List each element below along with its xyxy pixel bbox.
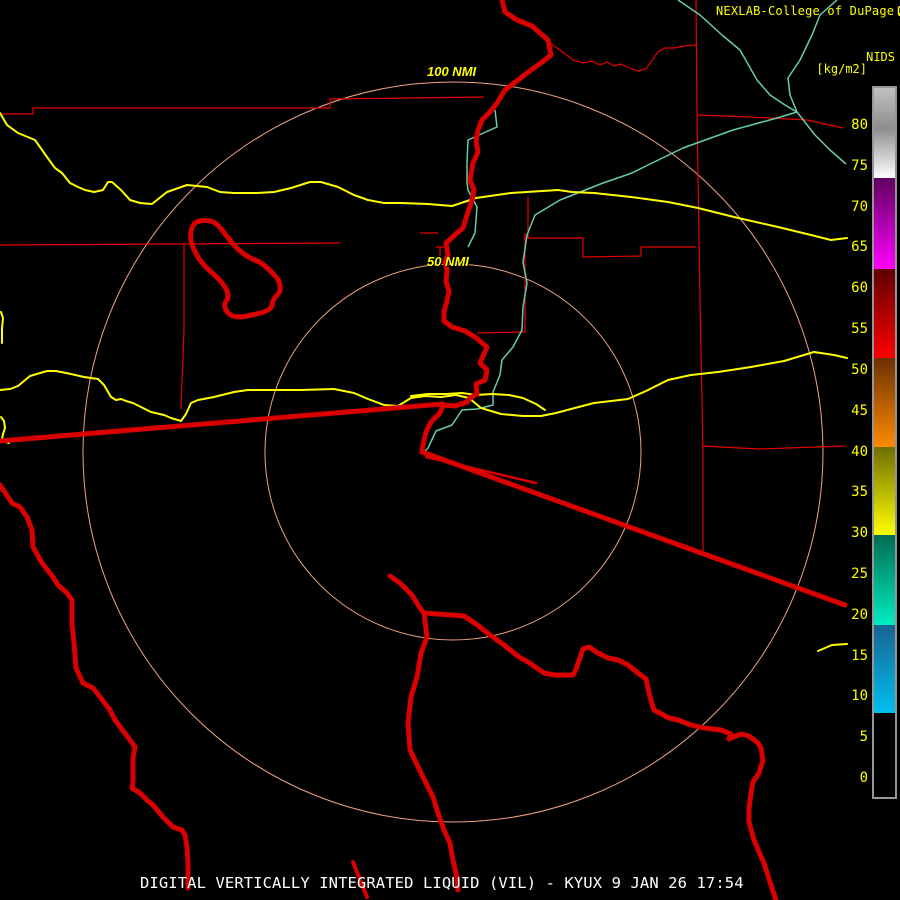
- radar-map: [0, 0, 848, 900]
- colorbar-segment: [874, 88, 895, 179]
- colorbar-title: NIDS: [866, 50, 895, 64]
- app-title: NEXLAB-College of DuPage: [716, 4, 900, 18]
- county-line: [0, 242, 341, 246]
- colorbar-tick-label: 30: [851, 525, 868, 542]
- county-line: [0, 96, 485, 115]
- colorbar-tick-label: 0: [859, 770, 868, 786]
- border-mexico-west: [0, 401, 446, 444]
- colorbar-segment: [874, 712, 895, 797]
- range-ring-100nmi: [82, 81, 824, 823]
- road-north-highway: [0, 112, 848, 241]
- county-lines: [0, 0, 846, 551]
- radar-display: NEXLAB-College of DuPage NIDS [kg/m2] 10…: [0, 0, 900, 900]
- colorbar-tick-label: 55: [851, 321, 868, 338]
- range-ring-label-100nmi: 100 NMI: [427, 64, 477, 79]
- colorbar-segment: [874, 624, 895, 713]
- border-mexico-parallel: [424, 455, 538, 485]
- colorbar-tick-label: 70: [851, 198, 868, 215]
- colorbar-segment: [874, 534, 895, 625]
- colorbar-tick-label: 80: [851, 117, 868, 133]
- colorbar-segment: [874, 178, 895, 270]
- county-line: [702, 445, 846, 450]
- rivers: [423, 0, 847, 453]
- salton-sea-outline: [188, 217, 283, 320]
- roads: [0, 112, 848, 652]
- colorbar-tick-label: 75: [851, 157, 868, 174]
- border-mexico-southeast: [419, 449, 848, 608]
- colorbar-tick-label: 40: [851, 443, 868, 460]
- colorbar-tick-label: 35: [851, 484, 868, 501]
- colorbar-segment: [874, 269, 895, 358]
- road-interstate-8: [0, 351, 848, 422]
- colorbar-segment: [874, 357, 895, 447]
- county-line: [180, 245, 185, 410]
- county-line: [527, 197, 696, 258]
- colorbar-tick-label: 50: [851, 361, 868, 378]
- product-caption: DIGITAL VERTICALLY INTEGRATED LIQUID (VI…: [140, 874, 744, 892]
- colorbar-tick-label: 45: [851, 402, 868, 419]
- county-line: [476, 233, 526, 334]
- county-line: [695, 0, 704, 551]
- road-fragment: [0, 311, 4, 344]
- colorbar-tick-label: 25: [851, 565, 868, 582]
- colorbar-tick-label: 15: [851, 647, 868, 664]
- county-line: [696, 114, 844, 129]
- range-rings: [82, 81, 824, 823]
- border-river-south: [387, 573, 427, 616]
- colorbar: [872, 86, 897, 799]
- range-ring-50nmi: [264, 263, 642, 641]
- border-river-south-branch-a: [405, 610, 461, 893]
- colorbar-tick-label: 5: [859, 729, 868, 746]
- colorbar-tick-labels: 80 75 70 65 60 55 50 45 40 35 30 25 20 15 10 5 0: [828, 0, 868, 900]
- border-river-south-branch-b: [421, 610, 779, 900]
- county-line: [547, 41, 697, 72]
- range-ring-label-50nmi: 50 NMI: [427, 254, 469, 269]
- colorbar-tick-label: 20: [851, 606, 868, 623]
- colorbar-tick-label: 60: [851, 280, 868, 297]
- colorbar-tick-label: 65: [851, 239, 868, 256]
- colorbar-tick-label: 10: [851, 688, 868, 705]
- border-baja-west: [0, 482, 191, 891]
- colorbar-segment: [874, 446, 895, 535]
